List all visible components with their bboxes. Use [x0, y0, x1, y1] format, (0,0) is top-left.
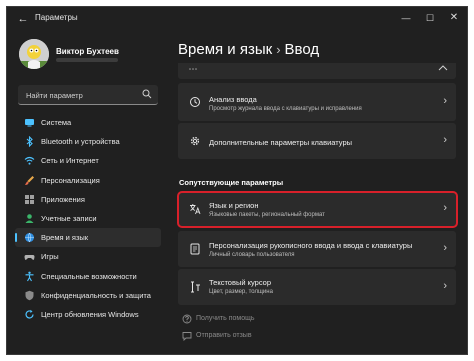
history-icon: [190, 97, 200, 107]
pen-personalization-card[interactable]: Персонализация рукописного ввода и ввода…: [178, 231, 456, 267]
sidebar-item-label: Система: [41, 118, 72, 127]
close-button[interactable]: ✕: [443, 9, 465, 27]
chevron-right-icon: ›: [443, 95, 447, 107]
breadcrumb-separator: ›: [276, 42, 281, 57]
advanced-keyboard-card[interactable]: Дополнительные параметры клавиатуры ›: [178, 123, 456, 159]
feedback-icon: [182, 332, 192, 341]
back-button[interactable]: ←: [15, 11, 31, 27]
notebook-icon: [190, 243, 200, 255]
title-bar: ← Параметры — ☐ ✕: [7, 7, 467, 31]
monitor-icon: [25, 119, 34, 127]
chevron-right-icon: ›: [443, 134, 447, 146]
globe-clock-icon: [25, 232, 34, 243]
sidebar-item-windows-update[interactable]: Центр обновления Windows: [15, 305, 161, 324]
wifi-icon: [24, 157, 35, 165]
send-feedback-label: Отправить отзыв: [196, 332, 252, 339]
settings-window: ← Параметры — ☐ ✕ Виктор Бухтеев Найти п…: [6, 6, 468, 355]
card-description: Личный словарь пользователя: [209, 252, 295, 258]
sidebar-item-label: Приложения: [41, 194, 85, 204]
sidebar-item-personalization[interactable]: Персонализация: [15, 171, 161, 190]
related-settings-header: Сопутствующие параметры: [179, 178, 284, 187]
sidebar-item-label: Сеть и Интернет: [41, 156, 99, 166]
sidebar-item-time-language[interactable]: Время и язык: [15, 228, 161, 248]
gear-icon: [190, 136, 200, 146]
dots-icon: [189, 68, 197, 70]
sidebar-item-label: Игры: [41, 252, 59, 262]
card-title: Персонализация рукописного ввода и ввода…: [209, 241, 413, 250]
sidebar-item-label: Конфиденциальность и защита: [41, 290, 151, 300]
maximize-button[interactable]: ☐: [419, 9, 441, 27]
sidebar-item-apps[interactable]: Приложения: [15, 190, 161, 209]
help-icon: [182, 314, 192, 324]
breadcrumb-parent[interactable]: Время и язык: [178, 41, 272, 58]
minimize-button[interactable]: —: [395, 9, 417, 27]
card-title: Дополнительные параметры клавиатуры: [209, 138, 353, 147]
sidebar-item-gaming[interactable]: Игры: [15, 247, 161, 266]
text-cursor-card[interactable]: Текстовый курсор Цвет, размер, толщина ›: [178, 269, 456, 305]
gamepad-icon: [24, 255, 35, 261]
apps-icon: [25, 194, 34, 204]
user-name: Виктор Бухтеев: [56, 47, 119, 56]
search-input[interactable]: Найти параметр: [18, 85, 158, 105]
card-description: Просмотр журнала ввода с клавиатуры и ис…: [209, 106, 362, 112]
sidebar-item-label: Bluetooth и устройства: [41, 137, 120, 147]
bluetooth-icon: [26, 136, 33, 148]
brush-icon: [25, 175, 34, 185]
partial-card-above[interactable]: [178, 63, 456, 79]
sidebar-item-label: Центр обновления Windows: [41, 309, 139, 319]
user-email-redacted: [56, 58, 118, 62]
sidebar-item-bluetooth[interactable]: Bluetooth и устройства: [15, 132, 161, 151]
search-placeholder: Найти параметр: [26, 91, 83, 100]
search-icon: [142, 89, 152, 99]
chevron-right-icon: ›: [443, 242, 447, 254]
text-cursor-icon: [191, 281, 200, 293]
chevron-up-icon: [438, 65, 448, 71]
user-avatar-icon: [19, 39, 49, 69]
input-analysis-card[interactable]: Анализ ввода Просмотр журнала ввода с кл…: [178, 83, 456, 121]
avatar[interactable]: [19, 39, 49, 69]
card-title: Текстовый курсор: [209, 278, 271, 287]
sidebar-item-accessibility[interactable]: Специальные возможности: [15, 267, 161, 286]
sidebar-item-label: Время и язык: [41, 233, 89, 243]
page-title: Время и язык › Ввод: [178, 41, 319, 58]
breadcrumb-current: Ввод: [284, 41, 320, 58]
sidebar-item-accounts[interactable]: Учетные записи: [15, 209, 161, 228]
app-title: Параметры: [35, 13, 78, 22]
chevron-right-icon: ›: [443, 280, 447, 292]
get-help-label: Получить помощь: [196, 315, 255, 322]
sidebar-item-network[interactable]: Сеть и Интернет: [15, 151, 161, 170]
highlight-frame: [177, 191, 458, 228]
sidebar-item-label: Персонализация: [41, 175, 100, 185]
card-description: Цвет, размер, толщина: [209, 289, 273, 295]
accessibility-icon: [25, 271, 34, 281]
update-icon: [25, 309, 34, 319]
sidebar-item-label: Специальные возможности: [41, 271, 137, 281]
sidebar-item-privacy[interactable]: Конфиденциальность и защита: [15, 286, 161, 305]
person-icon: [25, 214, 34, 223]
card-title: Анализ ввода: [209, 95, 257, 104]
sidebar-item-system[interactable]: Система: [15, 113, 161, 132]
sidebar-nav: Система Bluetooth и устройства Сеть и Ин…: [15, 113, 161, 324]
shield-icon: [25, 290, 34, 300]
sidebar-item-label: Учетные записи: [41, 213, 97, 223]
